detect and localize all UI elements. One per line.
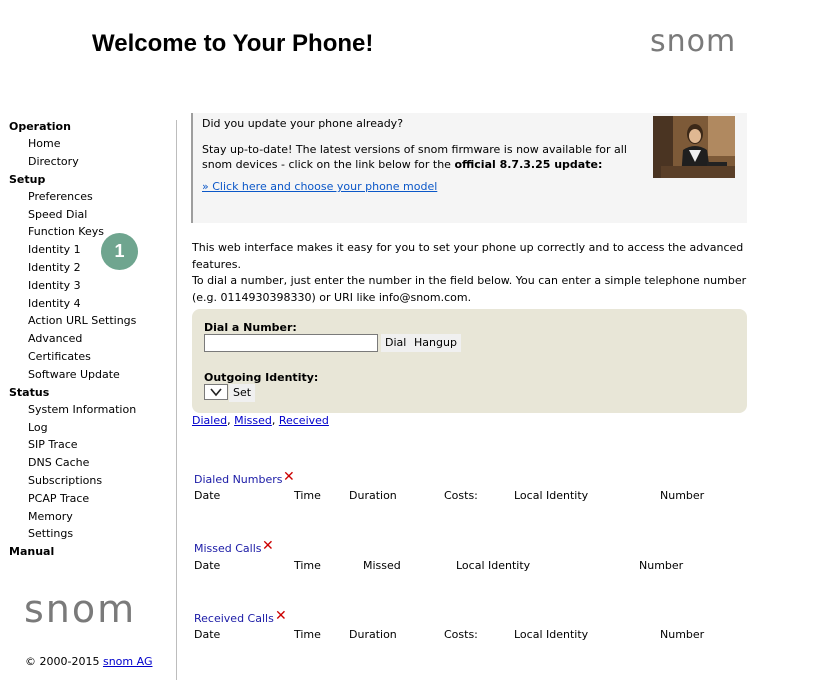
- sidebar-item-settings[interactable]: Settings: [28, 527, 73, 540]
- sidebar-section-manual[interactable]: Manual: [9, 545, 54, 558]
- sidebar-section-setup: Setup: [9, 173, 46, 186]
- hangup-button[interactable]: Hangup: [410, 334, 461, 352]
- person-with-phone-image: [653, 116, 735, 178]
- link-separator: ,: [227, 414, 231, 427]
- sidebar-item-identity-2[interactable]: Identity 2: [28, 261, 81, 274]
- step-badge: 1: [101, 233, 138, 270]
- dial-button[interactable]: Dial: [381, 334, 411, 352]
- received-col-number: Number: [660, 628, 705, 641]
- sidebar-snom-logo: snom: [24, 587, 137, 631]
- missed-col-number: Number: [639, 559, 684, 572]
- update-version: official 8.7.3.25 update:: [454, 158, 603, 171]
- missed-link[interactable]: Missed: [234, 414, 272, 427]
- missed-col-missed: Missed: [363, 559, 401, 572]
- sidebar-item-certificates[interactable]: Certificates: [28, 350, 91, 363]
- sidebar-item-action-url-settings[interactable]: Action URL Settings: [28, 314, 136, 327]
- missed-calls-title: Missed Calls: [194, 542, 262, 555]
- update-heading: Did you update your phone already?: [202, 117, 404, 130]
- intro-line-1: This web interface makes it easy for you…: [192, 241, 744, 271]
- dialed-col-time: Time: [294, 489, 321, 502]
- update-link[interactable]: » Click here and choose your phone model: [202, 180, 437, 193]
- copyright: © 2000-2015 snom AG: [25, 655, 152, 668]
- dial-number-label: Dial a Number:: [204, 321, 297, 334]
- sidebar-item-sip-trace[interactable]: SIP Trace: [28, 438, 78, 451]
- close-icon[interactable]: ✕: [283, 469, 295, 485]
- dialed-link[interactable]: Dialed: [192, 414, 227, 427]
- sidebar-divider: [176, 120, 177, 680]
- sidebar-item-advanced[interactable]: Advanced: [28, 332, 82, 345]
- snom-ag-link[interactable]: snom AG: [103, 655, 153, 668]
- outgoing-identity-label: Outgoing Identity:: [204, 371, 319, 384]
- sidebar-item-preferences[interactable]: Preferences: [28, 190, 93, 203]
- sidebar-item-dns-cache[interactable]: DNS Cache: [28, 456, 89, 469]
- dialed-col-costs: Costs:: [444, 489, 478, 502]
- sidebar-item-memory[interactable]: Memory: [28, 510, 73, 523]
- link-separator: ,: [271, 414, 276, 427]
- sidebar-item-identity-3[interactable]: Identity 3: [28, 279, 81, 292]
- outgoing-identity-select[interactable]: [204, 384, 228, 400]
- sidebar-item-identity-4[interactable]: Identity 4: [28, 297, 81, 310]
- set-button[interactable]: Set: [229, 384, 256, 402]
- received-col-time: Time: [294, 628, 321, 641]
- missed-col-date: Date: [194, 559, 221, 572]
- sidebar-item-subscriptions[interactable]: Subscriptions: [28, 474, 102, 487]
- update-photo: [653, 116, 735, 178]
- sidebar-item-home[interactable]: Home: [28, 137, 60, 150]
- received-calls-title: Received Calls: [194, 612, 274, 625]
- sidebar-item-system-information[interactable]: System Information: [28, 403, 136, 416]
- received-col-date: Date: [194, 628, 221, 641]
- sidebar-item-identity-1[interactable]: Identity 1: [28, 243, 81, 256]
- missed-col-local-identity: Local Identity: [456, 559, 531, 572]
- intro-line-2: To dial a number, just enter the number …: [192, 274, 747, 304]
- chevron-down-icon: [210, 388, 222, 397]
- received-link[interactable]: Received: [279, 414, 329, 427]
- dial-number-input[interactable]: [204, 334, 378, 352]
- sidebar-item-function-keys[interactable]: Function Keys: [28, 225, 104, 238]
- intro-text: This web interface makes it easy for you…: [192, 240, 747, 306]
- close-icon[interactable]: ✕: [262, 538, 274, 554]
- sidebar-section-operation: Operation: [9, 120, 71, 133]
- update-banner-border: [191, 113, 193, 223]
- snom-logo: snom: [650, 24, 737, 59]
- received-col-duration: Duration: [349, 628, 397, 641]
- update-body: Stay up-to-date! The latest versions of …: [202, 142, 652, 172]
- dialed-col-local-identity: Local Identity: [514, 489, 589, 502]
- received-col-local-identity: Local Identity: [514, 628, 589, 641]
- dialed-numbers-title: Dialed Numbers: [194, 473, 283, 486]
- page-title: Welcome to Your Phone!: [92, 30, 374, 57]
- copyright-text: © 2000-2015: [25, 655, 100, 668]
- sidebar-item-directory[interactable]: Directory: [28, 155, 79, 168]
- dialed-col-date: Date: [194, 489, 221, 502]
- sidebar-section-status: Status: [9, 386, 50, 399]
- received-col-costs: Costs:: [444, 628, 478, 641]
- dialed-col-number: Number: [660, 489, 705, 502]
- call-list-links: Dialed, Missed, Received: [192, 414, 329, 427]
- sidebar-item-speed-dial[interactable]: Speed Dial: [28, 208, 87, 221]
- sidebar-item-pcap-trace[interactable]: PCAP Trace: [28, 492, 89, 505]
- close-icon[interactable]: ✕: [275, 608, 287, 624]
- sidebar-item-software-update[interactable]: Software Update: [28, 368, 120, 381]
- sidebar-item-log[interactable]: Log: [28, 421, 48, 434]
- missed-col-time: Time: [294, 559, 321, 572]
- dialed-col-duration: Duration: [349, 489, 397, 502]
